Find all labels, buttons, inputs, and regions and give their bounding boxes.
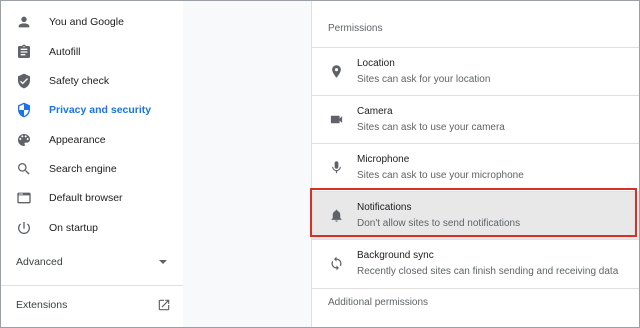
sidebar-item-label: Safety check	[49, 74, 110, 87]
sidebar-item-label: Search engine	[49, 162, 117, 175]
permissions-card: Permissions Location Sites can ask for y…	[311, 1, 640, 327]
permission-subtitle: Sites can ask to use your camera	[357, 122, 505, 133]
permission-title: Microphone	[357, 154, 410, 165]
permission-title: Camera	[357, 106, 393, 117]
advanced-toggle[interactable]: Advanced	[1, 249, 183, 275]
permission-row-background-sync[interactable]: Background sync Recently closed sites ca…	[312, 239, 640, 287]
palette-icon	[16, 132, 32, 148]
row-divider	[312, 288, 640, 289]
sidebar-item-label: On startup	[49, 221, 99, 234]
permission-subtitle: Sites can ask for your location	[357, 74, 491, 85]
sidebar-item-appearance[interactable]: Appearance	[1, 125, 183, 154]
microphone-icon	[328, 159, 344, 175]
power-icon	[16, 220, 32, 236]
sidebar-item-safety-check[interactable]: Safety check	[1, 66, 183, 95]
permission-row-notifications[interactable]: Notifications Don't allow sites to send …	[312, 191, 640, 239]
sidebar-item-label: Autofill	[49, 45, 81, 58]
sidebar-divider	[1, 285, 183, 286]
additional-permissions-header[interactable]: Additional permissions	[312, 288, 640, 327]
advanced-label: Advanced	[16, 256, 63, 268]
permission-subtitle: Recently closed sites can finish sending…	[357, 266, 619, 277]
sidebar-item-label: Privacy and security	[49, 103, 152, 116]
row-divider	[312, 191, 640, 192]
sidebar-item-you-and-google[interactable]: You and Google	[1, 7, 183, 36]
caret-down-icon	[159, 260, 167, 264]
row-divider	[312, 47, 640, 48]
browser-icon	[16, 190, 32, 206]
shield-icon	[16, 102, 32, 118]
search-icon	[16, 161, 32, 177]
person-icon	[16, 14, 32, 30]
row-divider	[312, 239, 640, 240]
extensions-link[interactable]: Extensions	[1, 291, 183, 319]
sidebar-item-on-startup[interactable]: On startup	[1, 213, 183, 242]
camera-icon	[328, 111, 344, 127]
shield-check-icon	[16, 73, 32, 89]
bell-icon	[328, 207, 344, 223]
sidebar-item-search-engine[interactable]: Search engine	[1, 154, 183, 183]
permission-title: Background sync	[357, 250, 434, 261]
sidebar-item-default-browser[interactable]: Default browser	[1, 183, 183, 212]
permission-subtitle: Sites can ask to use your microphone	[357, 170, 524, 181]
sidebar-item-label: Default browser	[49, 191, 123, 204]
permission-row-microphone[interactable]: Microphone Sites can ask to use your mic…	[312, 143, 640, 191]
permissions-section-title: Permissions	[328, 23, 383, 34]
sidebar-item-privacy-and-security[interactable]: Privacy and security	[1, 95, 183, 124]
content-gutter	[183, 1, 311, 327]
permission-subtitle: Don't allow sites to send notifications	[357, 218, 521, 229]
clipboard-icon	[16, 44, 32, 60]
permission-row-camera[interactable]: Camera Sites can ask to use your camera	[312, 95, 640, 143]
extensions-label: Extensions	[16, 299, 68, 311]
open-in-new-icon	[157, 298, 171, 312]
additional-permissions-label: Additional permissions	[328, 297, 429, 308]
row-divider	[312, 95, 640, 96]
row-divider	[312, 143, 640, 144]
permission-title: Location	[357, 58, 395, 69]
sidebar-item-label: You and Google	[49, 15, 124, 28]
sidebar-item-autofill[interactable]: Autofill	[1, 37, 183, 66]
sync-icon	[328, 255, 344, 271]
sidebar-item-label: Appearance	[49, 133, 106, 146]
settings-sidebar: You and Google Autofill Safety check Pri…	[1, 1, 183, 327]
location-pin-icon	[328, 63, 344, 79]
permission-title: Notifications	[357, 202, 412, 213]
permission-row-location[interactable]: Location Sites can ask for your location	[312, 47, 640, 95]
